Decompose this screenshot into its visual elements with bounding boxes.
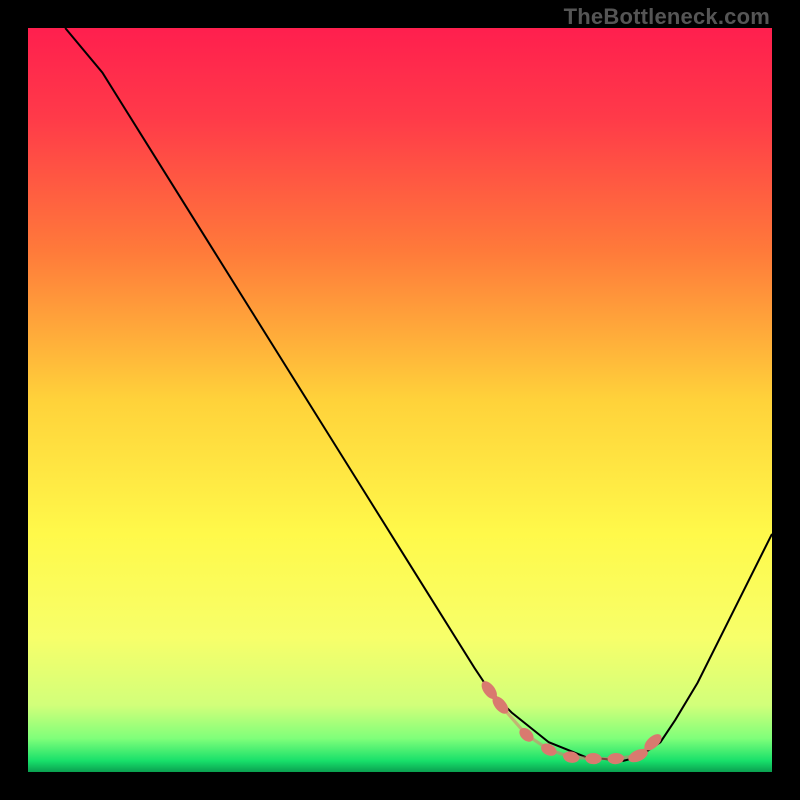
chart-frame: TheBottleneck.com (0, 0, 800, 800)
main-curve (65, 28, 772, 761)
curve-layer (28, 28, 772, 772)
marker-bead (607, 752, 624, 764)
highlight-markers (479, 678, 665, 764)
attribution-label: TheBottleneck.com (564, 4, 770, 30)
plot-area (28, 28, 772, 772)
marker-bead (562, 750, 580, 764)
marker-bead (585, 753, 602, 765)
